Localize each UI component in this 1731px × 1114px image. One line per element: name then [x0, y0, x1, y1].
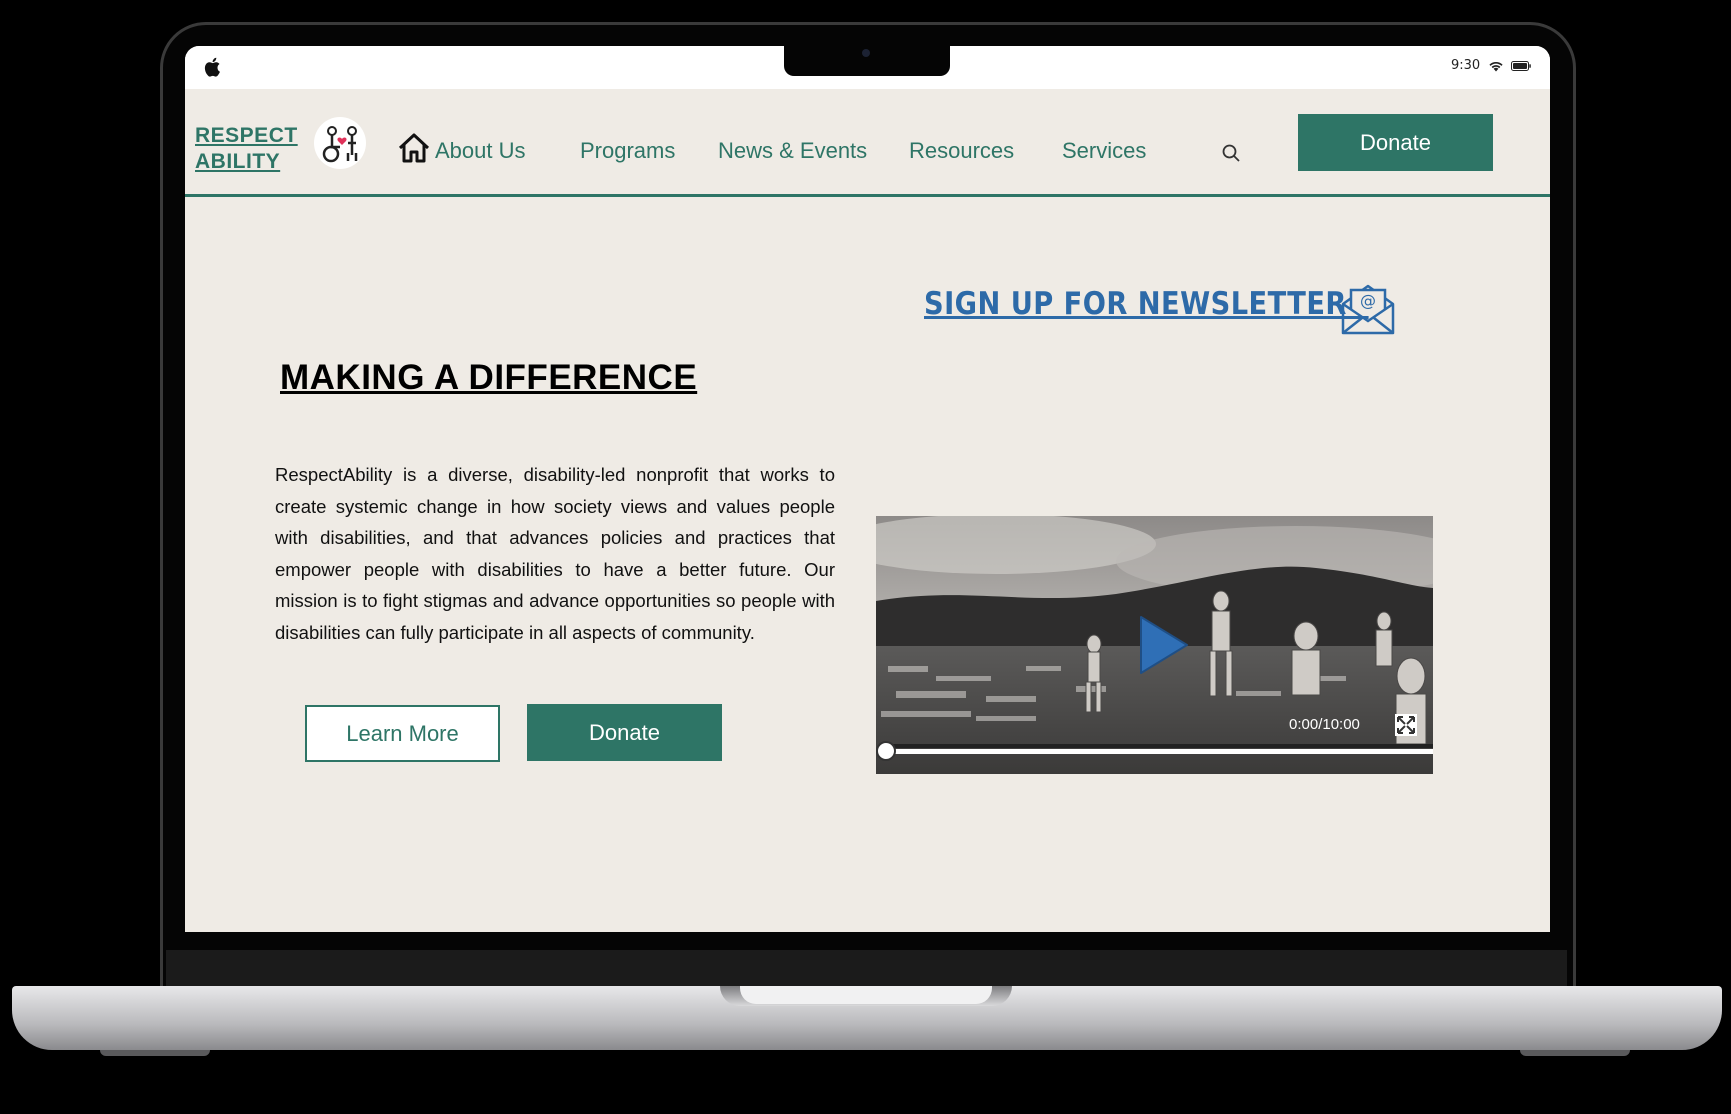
play-icon[interactable] [1138, 614, 1190, 676]
video-progress-track[interactable] [886, 749, 1433, 754]
logo-line-2: ABILITY [195, 150, 281, 173]
laptop-foot-right [1520, 1050, 1630, 1056]
donate-button[interactable]: Donate [527, 704, 722, 761]
video-scrubber-handle[interactable] [876, 741, 896, 761]
nav-news-events[interactable]: News & Events [718, 138, 867, 164]
nav-about-us[interactable]: About Us [435, 138, 526, 164]
camera-notch [784, 46, 950, 76]
video-progress-bar[interactable] [886, 744, 1433, 748]
laptop-screen: 9:30 RESPECT ABILITY About Us Programs N… [185, 46, 1550, 932]
wifi-icon[interactable] [1488, 60, 1504, 72]
status-clock: 9:30 [1451, 58, 1481, 73]
video-player[interactable]: 0:00/10:00 [876, 516, 1433, 774]
search-icon[interactable] [1221, 143, 1241, 163]
logo-line-1: RESPECT [195, 124, 298, 147]
nav-resources[interactable]: Resources [909, 138, 1014, 164]
page-headline: MAKING A DIFFERENCE [280, 358, 698, 397]
site-header: RESPECT ABILITY About Us Programs News &… [185, 89, 1550, 197]
laptop-foot-left [100, 1050, 210, 1056]
wheelchair-heart-icon [322, 126, 358, 163]
logo-badge[interactable] [314, 117, 366, 169]
site-logo-text[interactable]: RESPECT ABILITY [195, 123, 299, 175]
learn-more-button[interactable]: Learn More [305, 705, 500, 762]
header-donate-button[interactable]: Donate [1298, 114, 1493, 171]
email-envelope-icon[interactable]: @ [1340, 282, 1396, 336]
newsletter-signup-link[interactable]: SIGN UP FOR NEWSLETTER - [924, 286, 1369, 322]
fullscreen-icon[interactable] [1394, 713, 1418, 737]
laptop-opening-inner [740, 986, 992, 1004]
svg-text:@: @ [1360, 291, 1376, 310]
nav-programs[interactable]: Programs [580, 138, 675, 164]
mission-paragraph: RespectAbility is a diverse, disability-… [275, 464, 835, 643]
nav-services[interactable]: Services [1062, 138, 1146, 164]
apple-icon[interactable] [203, 56, 223, 78]
video-time: 0:00/10:00 [1289, 716, 1360, 733]
battery-icon[interactable] [1511, 61, 1531, 71]
laptop-bezel [166, 950, 1567, 988]
mac-menu-bar: 9:30 [185, 46, 1550, 89]
home-icon[interactable] [397, 131, 431, 165]
camera-dot [862, 49, 870, 57]
